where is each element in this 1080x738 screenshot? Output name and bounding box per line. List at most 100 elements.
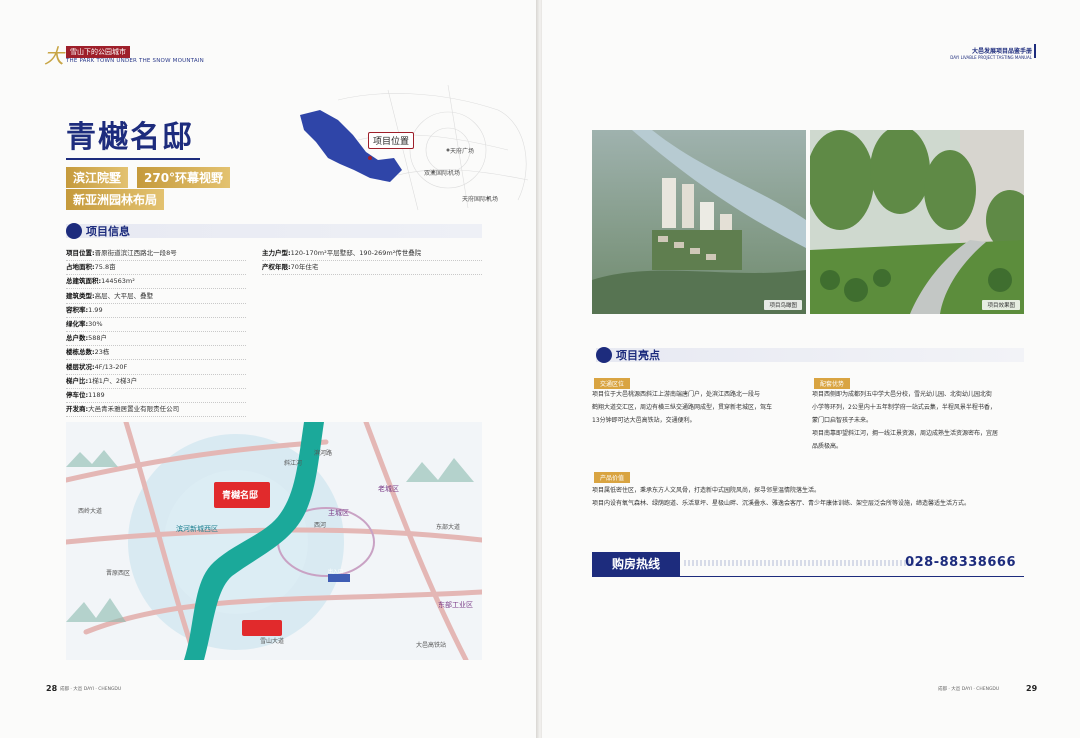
highlight-tag: 产品价值 (594, 472, 631, 483)
left-page: 大 雪山下的公园城市 THE PARK TOWN UNDER THE SNOW … (0, 0, 538, 738)
info-value: 120-170m²平层墅邸、190-269m²传世叠院 (290, 249, 422, 257)
hotline-decoration (684, 560, 914, 566)
text-line: 项目内设有氧气森林、绿荫跑道、乐活草坪、星极山畔、沉溪叠水、雅逸会客厅、青少年康… (592, 500, 971, 507)
hotline-rule (592, 576, 1024, 577)
info-row: 梯户比:1梯1户、2梯3户 (66, 374, 246, 389)
text-line: 品质极高。 (812, 443, 843, 450)
aerial-photo: 项目鸟瞰图 (592, 130, 806, 314)
text-line: 项目西侧即为成都列五中学大邑分校，雪光幼儿园、北街幼儿园北街 (812, 391, 993, 398)
header-title: 大邑发展项目品鉴手册 (971, 48, 1032, 55)
info-key: 绿化率: (66, 320, 89, 328)
project-marker-icon (368, 156, 372, 160)
project-title: 青樾名邸 (66, 120, 194, 155)
map-label: 西河 (314, 522, 327, 529)
map-label: 出入口 (328, 569, 344, 575)
info-row: 楼层状况:4F/13-20F (66, 360, 246, 375)
feature-tag: 新亚洲园林布局 (66, 189, 165, 210)
map-label: 西岭大道 (78, 508, 103, 515)
info-value: 高层、大平层、叠墅 (94, 291, 154, 300)
info-row: 开发商:大邑青禾雅居置业有限责任公司 (66, 402, 246, 418)
info-value: 30% (88, 320, 103, 328)
photo-caption: 项目效果图 (982, 300, 1020, 310)
map-label: 天府广场 (450, 148, 475, 155)
map-label: 东部大道 (436, 524, 461, 531)
photo-caption: 项目鸟瞰图 (764, 300, 802, 310)
header-right: 大邑发展项目品鉴手册 DAYI LIVABLE PROJECT TASTING … (950, 46, 1032, 60)
secondary-project-marker (242, 620, 282, 636)
highlight-text: 项目属低密住区，秉承东方人文风骨，打造新中式园院风尚，探寻邻里温情院落生活。 项… (592, 484, 1026, 510)
text-line: 蒙门口启智孩子未来。 (812, 417, 873, 424)
info-value: 晋原街道滨江西路北一段8号 (94, 249, 177, 257)
hotline-number[interactable]: 028-88338666 (905, 555, 1016, 570)
map-label: 大邑高铁站 (416, 642, 447, 649)
info-key: 建筑类型: (66, 291, 95, 300)
info-key: 开发商: (66, 405, 89, 414)
map-label: 天府国际机场 (462, 196, 499, 203)
feature-tag: 滨江院墅 (66, 167, 129, 188)
info-value: 1梯1户、2梯3户 (88, 376, 138, 385)
page-number: 29 (1026, 684, 1038, 693)
text-line: 13分钟即可达大邑高铁站，交通便利。 (592, 417, 696, 424)
section-marker-icon (66, 223, 82, 239)
info-value: 4F/13-20F (94, 362, 128, 371)
info-key: 主力户型: (262, 249, 291, 257)
info-value: 144563m² (101, 277, 135, 286)
project-badge: 青樾名邸 (222, 491, 259, 501)
map-label: 东部工业区 (438, 601, 473, 609)
info-row: 楼栋总数:23栋 (66, 345, 246, 361)
info-row: 总户数:588户 (66, 331, 246, 347)
map-label: 老城区 (378, 485, 399, 493)
location-map (300, 84, 529, 211)
highlight-text: 项目位于大邑桃源西斜江上游南端唐门户，处滨江西路北一段与 鹤翔大道交汇区，周边有… (592, 388, 810, 427)
info-value: 1189 (88, 391, 105, 399)
info-key: 占地面积: (66, 263, 95, 272)
section-title: 项目亮点 (616, 349, 660, 362)
info-key: 容积率: (66, 305, 89, 314)
map-label: 滨河新城西区 (176, 525, 218, 533)
info-value: 大邑青禾雅居置业有限责任公司 (88, 405, 180, 414)
footer-text: 成都 · 大邑 DAYI · CHENGDU (938, 687, 1000, 692)
hotline-banner: 购房热线 028-88338666 (592, 552, 1024, 577)
info-row: 主力户型:120-170m²平层墅邸、190-269m²传世叠院 (262, 246, 482, 261)
info-value: 588户 (88, 334, 108, 343)
section-title: 项目信息 (86, 225, 130, 238)
landscape-photo: 项目效果图 (806, 126, 1034, 314)
title-rule (66, 158, 200, 160)
map-label: 晋原西区 (106, 570, 131, 577)
info-row: 停车位:1189 (66, 388, 246, 403)
section-header-bar (596, 348, 1024, 362)
info-key: 总户数: (66, 334, 89, 343)
magazine-spread: 大 雪山下的公园城市 THE PARK TOWN UNDER THE SNOW … (0, 0, 1080, 738)
footer-text: 成都 · 大邑 DAYI · CHENGDU (60, 687, 122, 692)
info-key: 产权年限: (262, 263, 291, 272)
info-value: 1.99 (88, 305, 103, 314)
map-label: 斜江河 (284, 460, 303, 467)
info-value: 23栋 (94, 348, 110, 357)
page-number: 28 (46, 684, 58, 693)
text-line: 项目南靠即望斜江河，拥一线江景资源，周边成熟生活资源密布，宜居 (812, 430, 999, 437)
info-row: 总建筑面积:144563m² (66, 274, 246, 290)
info-key: 楼栋总数: (66, 348, 95, 357)
info-row: 项目位置:晋原街道滨江西路北一段8号 (66, 246, 246, 261)
hotline-label: 购房热线 (592, 552, 680, 576)
header-badge: 雪山下的公园城市 (66, 46, 130, 58)
header-subtitle: DAYI LIVABLE PROJECT TASTING MANUAL (950, 55, 1032, 60)
info-key: 停车位: (66, 391, 89, 399)
section-marker-icon (596, 347, 612, 363)
text-line: 项目位于大邑桃源西斜江上游南端唐门户，处滨江西路北一段与 (592, 391, 761, 398)
brand-logo: 大 (44, 44, 64, 68)
info-key: 总建筑面积: (66, 277, 102, 286)
header-subtitle: THE PARK TOWN UNDER THE SNOW MOUNTAIN (66, 58, 204, 64)
feature-tag: 270°环幕视野 (137, 167, 231, 188)
text-line: 小学等环列，2公里内十五年制学府一站式云集，半程风景半程书香， (812, 404, 996, 411)
info-row: 绿化率:30% (66, 317, 246, 332)
text-line: 项目属低密住区，秉承东方人文风骨，打造新中式园院风尚，探寻邻里温情院落生活。 (592, 487, 821, 494)
text-line: 鹤翔大道交汇区，周边有横三纵交通路网成型，贯穿新老城区，驾车 (592, 404, 773, 411)
map-label: 主城区 (328, 509, 349, 517)
info-value: 70年住宅 (290, 263, 319, 272)
info-key: 梯户比: (66, 376, 89, 385)
header-bar (1034, 44, 1036, 58)
info-key: 楼层状况: (66, 362, 95, 371)
map-label: 滨河路 (314, 450, 333, 457)
info-key: 项目位置: (66, 249, 95, 257)
